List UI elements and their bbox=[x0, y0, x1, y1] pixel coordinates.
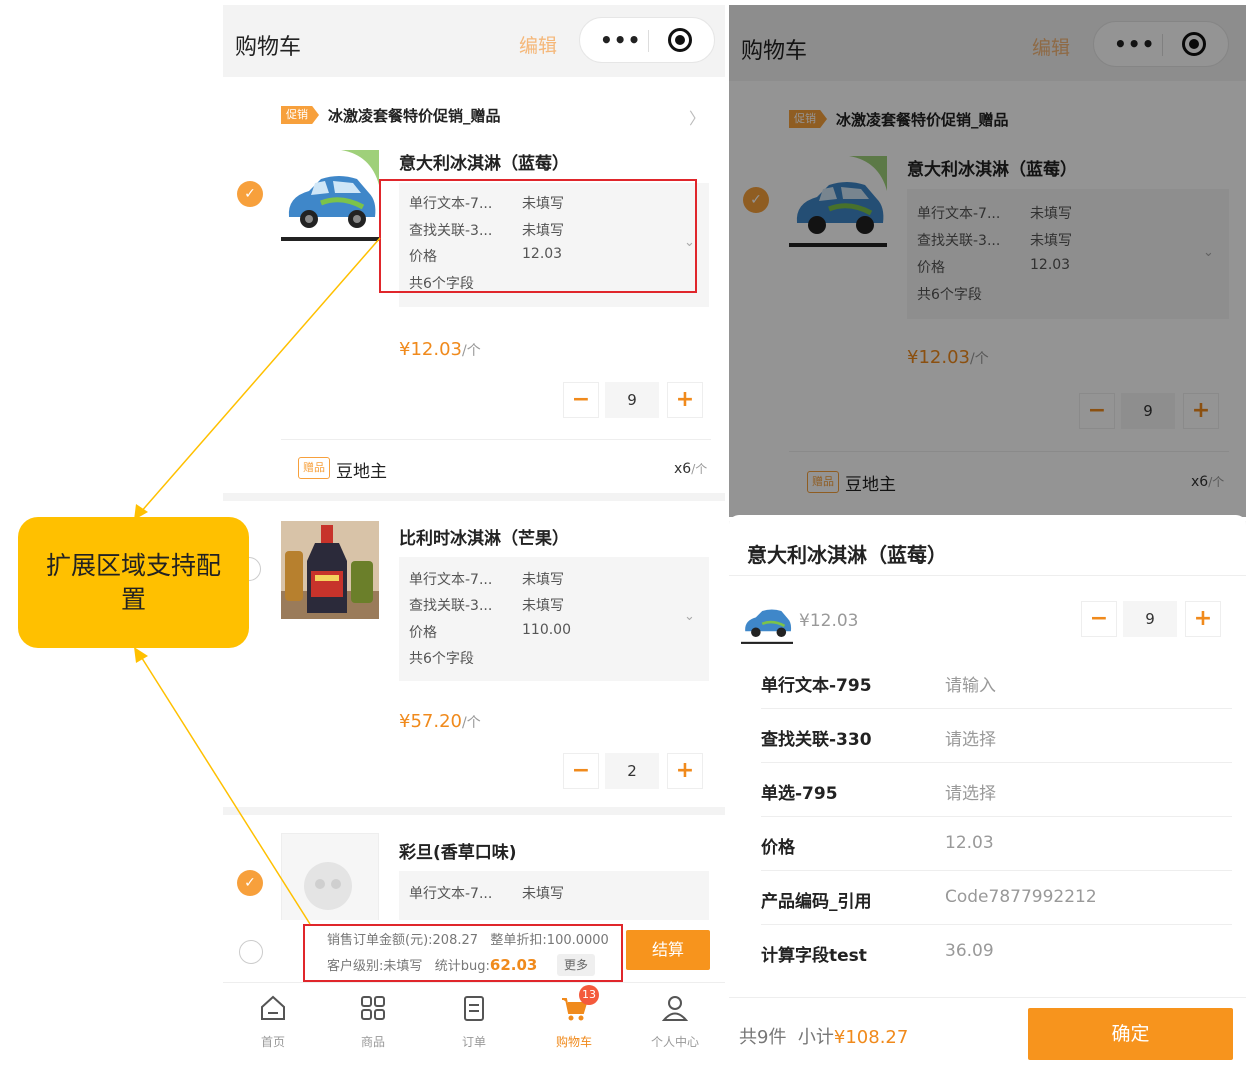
sheet-price: ¥12.03 bbox=[799, 611, 859, 631]
field-row-code: 产品编码_引用 Code7877992212 bbox=[761, 871, 1232, 925]
sheet-total: 共9件 小计¥108.27 bbox=[739, 1027, 909, 1048]
field-row-lookup[interactable]: 查找关联-330 请选择 bbox=[761, 709, 1232, 763]
product-thumbnail bbox=[741, 593, 793, 645]
decrease-button[interactable]: − bbox=[1081, 601, 1117, 637]
increase-button[interactable]: + bbox=[1185, 601, 1221, 637]
confirm-button[interactable]: 确定 bbox=[1028, 1008, 1233, 1060]
sheet-title: 意大利冰淇淋（蓝莓） bbox=[747, 543, 947, 567]
item-detail-sheet: 意大利冰淇淋（蓝莓） ¥12.03 − 9 + 单行文本-795 请输入 查找关… bbox=[729, 515, 1246, 1062]
text-input[interactable]: 请输入 bbox=[945, 671, 996, 696]
modal-backdrop[interactable] bbox=[729, 5, 1246, 517]
quantity-value[interactable]: 9 bbox=[1123, 601, 1177, 637]
field-row-radio[interactable]: 单选-795 请选择 bbox=[761, 763, 1232, 817]
field-row-text[interactable]: 单行文本-795 请输入 bbox=[761, 655, 1232, 709]
field-row-price: 价格 12.03 bbox=[761, 817, 1232, 871]
lookup-select[interactable]: 请选择 bbox=[945, 725, 996, 750]
right-phone-screen: 购物车 编辑 ••• 促销 冰激凌套餐特价促销_赠品 ✓ 意大利冰淇淋（蓝莓） bbox=[729, 5, 1246, 1062]
field-row-calc: 计算字段test 36.09 bbox=[761, 941, 994, 966]
callout-label: 扩展区域支持配置 bbox=[18, 517, 249, 648]
radio-select[interactable]: 请选择 bbox=[945, 779, 996, 804]
